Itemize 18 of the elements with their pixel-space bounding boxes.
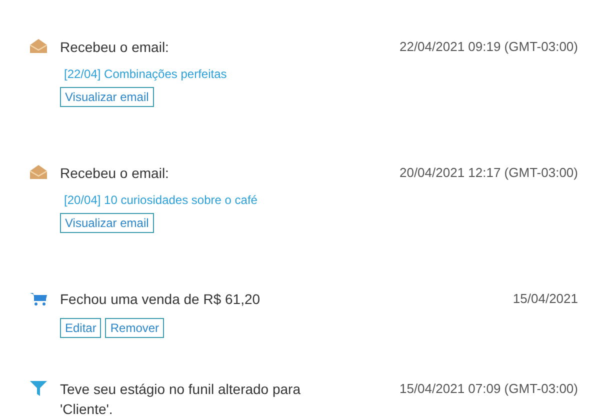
funnel-icon	[30, 381, 47, 396]
envelope-icon	[30, 39, 47, 53]
email-link[interactable]: [20/04] 10 curiosidades sobre o café	[64, 192, 578, 208]
cart-icon	[30, 292, 47, 306]
activity-title: Fechou uma venda de R$ 61,20	[60, 290, 260, 309]
activity-date: 22/04/2021 09:19 (GMT-03:00)	[399, 38, 578, 56]
activity-title: Teve seu estágio no funil alterado para 'Cliente'.	[60, 380, 302, 419]
envelope-icon	[30, 165, 47, 179]
activity-title: Recebeu o email:	[60, 38, 169, 57]
activity-title: Recebeu o email:	[60, 164, 169, 183]
action-button[interactable]: Editar	[60, 318, 102, 338]
activity-date: 15/04/2021 07:09 (GMT-03:00)	[399, 380, 578, 398]
activity-date: 15/04/2021	[512, 290, 578, 308]
activity-date: 20/04/2021 12:17 (GMT-03:00)	[399, 164, 578, 182]
action-button[interactable]: Visualizar email	[60, 87, 154, 107]
email-link[interactable]: [22/04] Combinações perfeitas	[64, 66, 578, 82]
action-button[interactable]: Remover	[105, 318, 164, 338]
action-button[interactable]: Visualizar email	[60, 213, 154, 233]
